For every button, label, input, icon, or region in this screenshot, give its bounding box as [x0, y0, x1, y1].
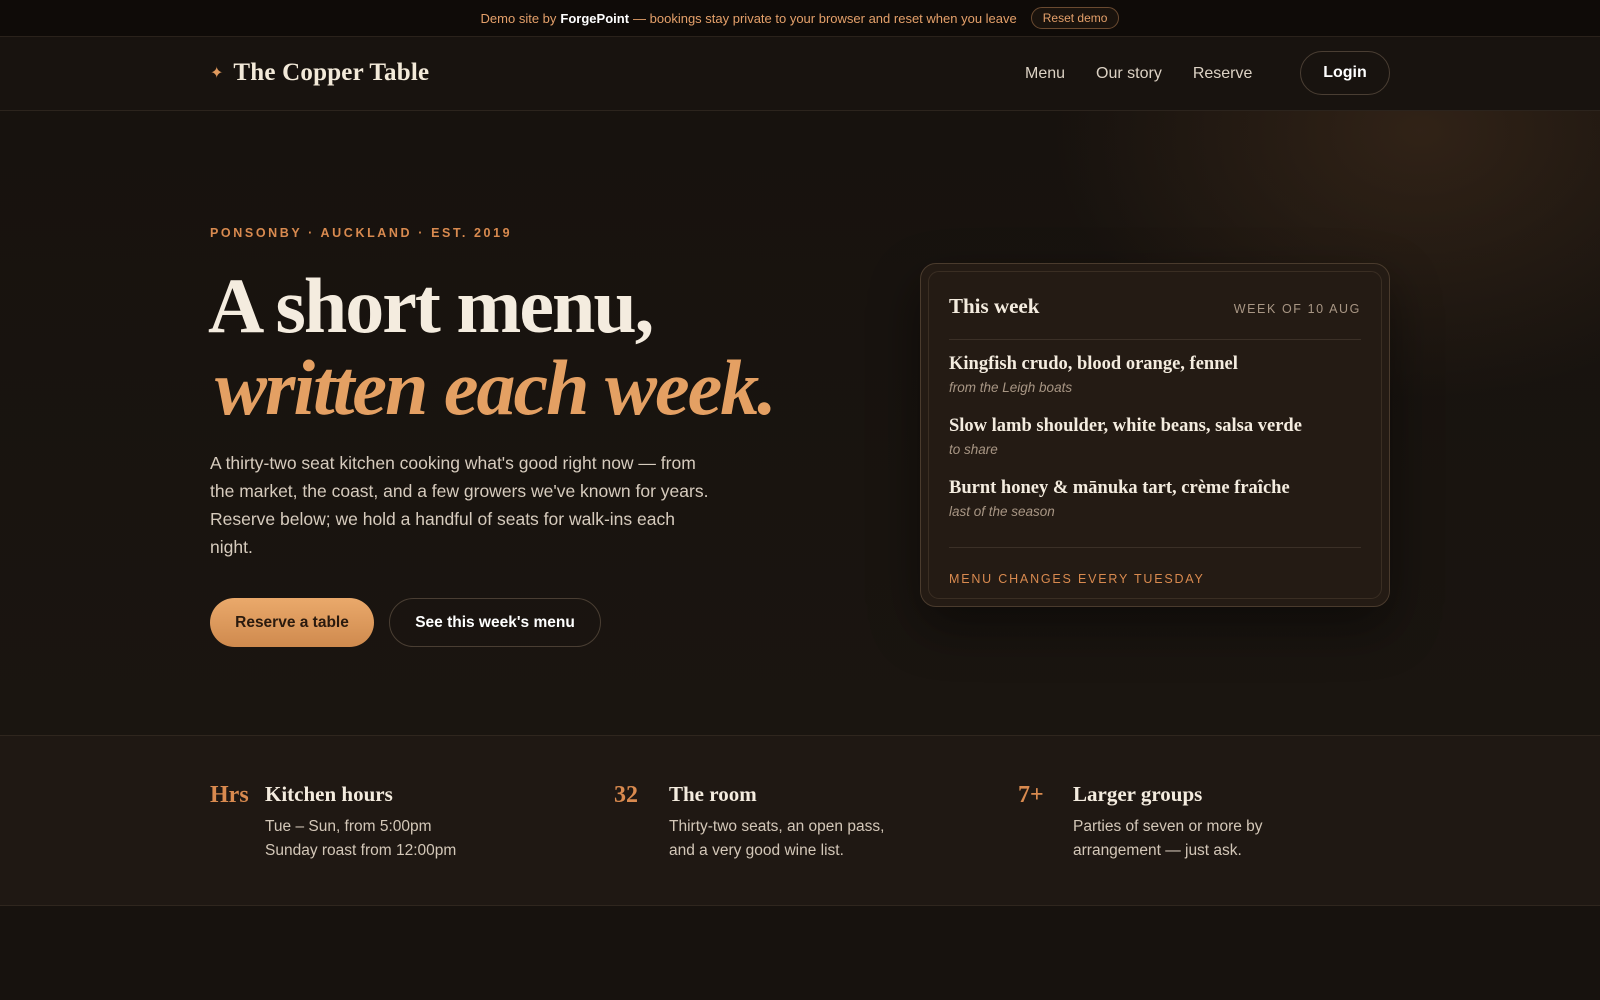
menu-card-footer: MENU CHANGES EVERY TUESDAY — [949, 572, 1205, 586]
dish-name: Slow lamb shoulder, white beans, salsa v… — [949, 416, 1302, 436]
nav-reserve-link[interactable]: Reserve — [1193, 65, 1253, 83]
dish-note: last of the season — [949, 504, 1055, 519]
info-line: arrangement — just ask. — [1073, 842, 1242, 859]
reset-demo-button[interactable]: Reset demo — [1030, 7, 1120, 29]
demo-banner: Demo site by ForgePoint — bookings stay … — [0, 0, 1600, 37]
star-icon: ✦ — [210, 65, 224, 82]
dish-name: Kingfish crudo, blood orange, fennel — [949, 354, 1238, 374]
hero-description: A thirty-two seat kitchen cooking what's… — [210, 453, 709, 557]
see-menu-button[interactable]: See this week's menu — [389, 598, 601, 647]
nav-our-story-link[interactable]: Our story — [1096, 65, 1162, 83]
dish-item: Burnt honey & mānuka tart, crème fraîche… — [949, 478, 1369, 519]
hero-section: PONSONBY · AUCKLAND · EST. 2019 A short … — [0, 111, 1600, 735]
menu-card-divider-top — [949, 339, 1361, 340]
logo[interactable]: ✦ The Copper Table — [210, 59, 429, 87]
info-line: and a very good wine list. — [669, 842, 844, 859]
info-number: Hrs — [210, 782, 249, 808]
info-line: Parties of seven or more by — [1073, 818, 1263, 835]
info-strip: Hrs Kitchen hours Tue – Sun, from 5:00pm… — [0, 735, 1600, 906]
info-title: Larger groups — [1073, 782, 1203, 806]
hero-eyebrow: PONSONBY · AUCKLAND · EST. 2019 — [210, 226, 513, 240]
menu-card-divider-bottom — [949, 547, 1361, 548]
nav-menu-link[interactable]: Menu — [1025, 65, 1065, 83]
info-number: 32 — [614, 782, 638, 808]
weekly-menu-card: This week WEEK OF 10 AUG Kingfish crudo,… — [920, 263, 1390, 607]
info-line: Tue – Sun, from 5:00pm — [265, 818, 432, 835]
hero-headline-line1: A short menu, — [208, 262, 654, 349]
demo-banner-prefix: Demo site by — [480, 10, 557, 26]
dish-note: from the Leigh boats — [949, 380, 1073, 395]
info-line: Thirty-two seats, an open pass, — [669, 818, 885, 835]
menu-card-title: This week — [949, 294, 1040, 318]
menu-card-week: WEEK OF 10 AUG — [1233, 302, 1361, 316]
info-line: Sunday roast from 12:00pm — [265, 842, 457, 859]
info-title: The room — [669, 782, 757, 806]
info-number: 7+ — [1018, 782, 1044, 808]
dish-note: to share — [949, 442, 998, 457]
hero-headline-line2: written each week. — [215, 344, 777, 431]
logo-text: The Copper Table — [233, 59, 430, 86]
dish-item: Kingfish crudo, blood orange, fennel fro… — [949, 354, 1369, 395]
info-title: Kitchen hours — [265, 782, 393, 806]
demo-banner-brand: ForgePoint — [560, 10, 630, 26]
login-button[interactable]: Login — [1300, 51, 1390, 95]
dish-item: Slow lamb shoulder, white beans, salsa v… — [949, 416, 1369, 457]
site-header: ✦ The Copper Table Menu Our story Reserv… — [0, 37, 1600, 111]
main-nav: Menu Our story Reserve — [1025, 65, 1252, 83]
demo-banner-suffix: — bookings stay private to your browser … — [633, 10, 1017, 26]
dish-name: Burnt honey & mānuka tart, crème fraîche — [949, 478, 1290, 498]
reserve-table-button[interactable]: Reserve a table — [210, 598, 374, 647]
